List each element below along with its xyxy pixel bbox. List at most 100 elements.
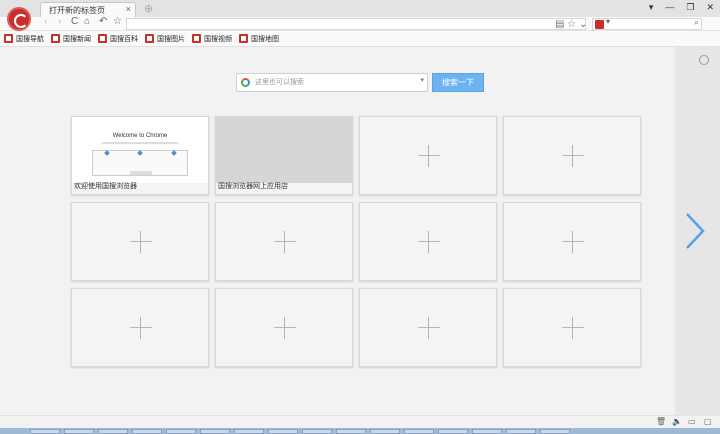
search-button[interactable]: 搜索一下: [432, 73, 484, 92]
engine-search-box[interactable]: ▾ ⌕: [592, 17, 702, 30]
forward-icon[interactable]: ›: [58, 16, 61, 27]
bookmark-item[interactable]: 国搜百科: [98, 34, 138, 44]
window-icon[interactable]: ▭: [688, 417, 696, 426]
bookmark-item[interactable]: 国搜新闻: [51, 34, 91, 44]
taskbar-item[interactable]: [506, 429, 536, 434]
taskbar-item[interactable]: [370, 429, 400, 434]
empty-tile[interactable]: [215, 288, 353, 367]
address-bar[interactable]: ▤ ☆ ⌄: [126, 18, 587, 30]
search-box[interactable]: ▾: [236, 73, 428, 92]
tile-label: 欢迎使用国搜浏览器: [74, 183, 137, 190]
page-icon[interactable]: ▢: [704, 417, 712, 426]
taskbar-item[interactable]: [336, 429, 366, 434]
bookmark-item[interactable]: 国搜导航: [4, 34, 44, 44]
bookmark-label: 国搜百科: [110, 35, 138, 43]
new-tab-button[interactable]: ⊕: [144, 2, 153, 15]
add-site-icon: [562, 231, 584, 253]
bookmark-icon: [192, 34, 201, 43]
speed-dial-tile[interactable]: Welcome to Chrome 欢迎使用国搜浏览器: [71, 116, 209, 195]
engine-caret-icon[interactable]: ▾: [606, 17, 610, 26]
taskbar-item[interactable]: [540, 429, 570, 434]
menu-icon[interactable]: ▾: [649, 2, 654, 13]
bookmark-icon: [4, 34, 13, 43]
empty-tile[interactable]: [359, 202, 497, 281]
add-site-icon: [562, 317, 584, 339]
bookmark-label: 国搜导航: [16, 35, 44, 43]
taskbar-item[interactable]: [472, 429, 502, 434]
empty-tile[interactable]: [503, 116, 641, 195]
taskbar-item[interactable]: [166, 429, 196, 434]
search-icon[interactable]: ⌕: [694, 17, 699, 28]
empty-tile[interactable]: [503, 202, 641, 281]
bookmark-item[interactable]: 国搜图片: [145, 34, 185, 44]
minimize-icon[interactable]: —: [665, 2, 674, 13]
add-site-icon: [130, 317, 152, 339]
taskbar-item[interactable]: [302, 429, 332, 434]
taskbar-item[interactable]: [64, 429, 94, 434]
empty-tile[interactable]: [503, 288, 641, 367]
bookmark-item[interactable]: 国搜地图: [239, 34, 279, 44]
search-input[interactable]: [253, 74, 413, 91]
title-bar: 打开新的标签页 × ⊕ ▾ — ❐ ✕: [0, 0, 720, 17]
taskbar-item[interactable]: [268, 429, 298, 434]
back-icon[interactable]: ‹: [44, 16, 47, 27]
bookmark-item[interactable]: 国搜视频: [192, 34, 232, 44]
tab-close-icon[interactable]: ×: [126, 4, 131, 14]
taskbar-item[interactable]: [30, 429, 60, 434]
bookmark-label: 国搜新闻: [63, 35, 91, 43]
bookmarks-bar: 国搜导航 国搜新闻 国搜百科 国搜图片 国搜视频 国搜地图: [0, 31, 720, 47]
status-bar: 🗑 🔈 ▭ ▢: [0, 415, 720, 428]
empty-tile[interactable]: [359, 116, 497, 195]
bookmark-icon: [98, 34, 107, 43]
tile-thumbnail: Welcome to Chrome: [72, 117, 208, 183]
thumbnail-button: [130, 171, 152, 175]
tab-title: 打开新的标签页: [49, 6, 105, 15]
address-dropdown-icon[interactable]: ⌄: [579, 19, 587, 30]
add-site-icon: [418, 317, 440, 339]
settings-icon[interactable]: [699, 55, 709, 65]
add-site-icon: [418, 231, 440, 253]
restore-icon[interactable]: ❐: [686, 2, 694, 13]
taskbar-item[interactable]: [132, 429, 162, 434]
bookmark-icon: [51, 34, 60, 43]
next-page-arrow-icon[interactable]: [684, 212, 706, 250]
trash-icon[interactable]: 🗑: [656, 417, 666, 426]
add-site-icon: [130, 231, 152, 253]
thumbnail-line: [102, 142, 178, 144]
reload-icon[interactable]: C: [71, 16, 78, 27]
browser-logo-icon[interactable]: [7, 7, 31, 31]
bookmark-label: 国搜地图: [251, 35, 279, 43]
navigation-bar: ‹ › C ⌂ ↶ ☆ ▤ ☆ ⌄ ▾ ⌕: [0, 16, 720, 31]
empty-tile[interactable]: [359, 288, 497, 367]
bookmark-icon: [239, 34, 248, 43]
taskbar-item[interactable]: [234, 429, 264, 434]
empty-tile[interactable]: [71, 288, 209, 367]
tab-new-tab[interactable]: 打开新的标签页 ×: [40, 2, 136, 17]
add-site-icon: [418, 145, 440, 167]
volume-icon[interactable]: 🔈: [672, 417, 682, 426]
add-site-icon: [274, 231, 296, 253]
search-dropdown-icon[interactable]: ▾: [420, 76, 424, 84]
engine-logo-icon[interactable]: [595, 20, 604, 29]
home-icon[interactable]: ⌂: [84, 16, 90, 27]
bookmark-label: 国搜视频: [204, 35, 232, 43]
bookmark-star-icon[interactable]: ☆: [113, 16, 122, 27]
reader-icon[interactable]: ▤: [555, 19, 564, 30]
tile-label: 国搜浏览器网上应用店: [218, 183, 288, 190]
taskbar-item[interactable]: [438, 429, 468, 434]
search-logo-icon: [241, 78, 250, 87]
speed-dial-tile[interactable]: 国搜浏览器网上应用店: [215, 116, 353, 195]
thumbnail-title: Welcome to Chrome: [112, 133, 168, 139]
close-window-icon[interactable]: ✕: [706, 2, 714, 13]
undo-close-icon[interactable]: ↶: [99, 16, 107, 27]
favorite-icon[interactable]: ☆: [567, 19, 576, 30]
bookmark-label: 国搜图片: [157, 35, 185, 43]
taskbar-item[interactable]: [98, 429, 128, 434]
bookmark-icon: [145, 34, 154, 43]
taskbar-item[interactable]: [404, 429, 434, 434]
empty-tile[interactable]: [71, 202, 209, 281]
taskbar-item[interactable]: [200, 429, 230, 434]
tile-thumbnail: [216, 117, 352, 183]
empty-tile[interactable]: [215, 202, 353, 281]
add-site-icon: [274, 317, 296, 339]
